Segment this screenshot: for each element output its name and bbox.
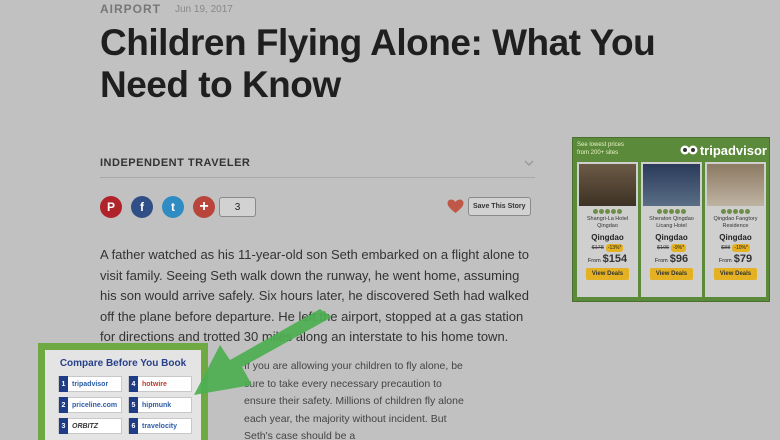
rating-dots xyxy=(593,209,622,214)
article-page: AIRPORT Jun 19, 2017 Children Flying Alo… xyxy=(0,0,780,440)
from-label: From xyxy=(587,258,601,264)
item-number: 3 xyxy=(59,418,68,434)
rating-dots xyxy=(657,209,686,214)
hotel-price-row: From $96 xyxy=(655,253,688,265)
site-name: hotwire xyxy=(142,380,167,388)
compare-item[interactable]: 6 travelocity xyxy=(128,418,192,434)
facebook-icon[interactable]: f xyxy=(131,196,153,218)
share-bar: P f t + 3 xyxy=(100,196,256,218)
hotel-name: Qingdao Fangtory Residence xyxy=(713,216,758,229)
tripadvisor-logo: tripadvisor xyxy=(680,141,767,159)
article-headline: Children Flying Alone: What You Need to … xyxy=(100,22,656,105)
publish-date: Jun 19, 2017 xyxy=(175,3,233,15)
tripadvisor-ad[interactable]: See lowest prices from 200+ sites tripad… xyxy=(572,137,770,302)
item-number: 5 xyxy=(129,397,138,413)
discount-badge: -10%* xyxy=(732,244,750,252)
article-meta: AIRPORT Jun 19, 2017 xyxy=(100,2,233,16)
source-bar[interactable]: INDEPENDENT TRAVELER xyxy=(100,148,535,178)
hotel-name: Sheraton Qingdao Licang Hotel xyxy=(649,216,694,229)
discount-badge: -13%* xyxy=(605,244,624,252)
compare-item[interactable]: 1 tripadvisor xyxy=(58,376,122,392)
ad-header: See lowest prices from 200+ sites tripad… xyxy=(577,141,767,159)
view-deals-button[interactable]: View Deals xyxy=(649,268,694,280)
hotel-card[interactable]: Qingdao Fangtory Residence Qingdao $88 -… xyxy=(705,162,766,297)
item-number: 6 xyxy=(129,418,138,434)
old-price: $88 xyxy=(721,245,731,251)
item-number: 1 xyxy=(59,376,68,392)
ad-tagline-line2: from 200+ sites xyxy=(577,150,619,156)
hotel-photo xyxy=(579,164,636,206)
hotel-price: $154 xyxy=(602,253,628,265)
old-price: $178 xyxy=(591,245,604,251)
hotel-city: Qingdao xyxy=(591,233,624,242)
hotel-name: Shangri-La Hotel Qingdao xyxy=(586,216,629,229)
rating-dots xyxy=(721,209,750,214)
compare-list: 1 tripadvisor 4 hotwire 2 priceline.com 5 hi… xyxy=(58,376,192,434)
discount-badge: -9%* xyxy=(671,244,687,252)
compare-panel: Compare Before You Book 1 tripadvisor 4 ho… xyxy=(45,350,201,440)
ad-brand: tripadvisor xyxy=(699,142,767,158)
compare-title: Compare Before You Book xyxy=(59,358,187,369)
hotel-card[interactable]: Shangri-La Hotel Qingdao Qingdao $178 -1… xyxy=(577,162,638,297)
hotel-photo xyxy=(643,164,700,206)
from-label: From xyxy=(718,258,732,264)
site-name: priceline.com xyxy=(72,401,118,409)
more-share-icon[interactable]: + xyxy=(193,196,215,218)
pointer-arrow-icon xyxy=(194,309,332,395)
chevron-down-icon[interactable] xyxy=(523,157,535,169)
category-link[interactable]: AIRPORT xyxy=(100,2,161,16)
site-name: travelocity xyxy=(142,422,178,430)
pinterest-icon[interactable]: P xyxy=(100,196,122,218)
hotel-discount-row: $178 -13%* xyxy=(592,244,624,252)
site-name: ORBITZ xyxy=(72,422,99,430)
hotel-price: $79 xyxy=(733,253,753,265)
save-story-button[interactable]: Save This Story xyxy=(468,197,531,216)
hotel-price-row: From $79 xyxy=(719,253,752,265)
save-story[interactable]: Save This Story xyxy=(447,197,531,216)
site-name: hipmunk xyxy=(142,401,172,409)
hotel-discount-row: $105 -9%* xyxy=(656,244,687,252)
ad-tagline-line1: See lowest prices xyxy=(577,142,625,148)
hotel-card[interactable]: Sheraton Qingdao Licang Hotel Qingdao $1… xyxy=(641,162,702,297)
item-number: 2 xyxy=(59,397,68,413)
hotel-list: Shangri-La Hotel Qingdao Qingdao $178 -1… xyxy=(577,162,767,297)
source-name: INDEPENDENT TRAVELER xyxy=(100,156,251,169)
hotel-photo xyxy=(707,164,764,206)
hotel-discount-row: $88 -10%* xyxy=(721,244,750,252)
hotel-city: Qingdao xyxy=(655,233,688,242)
twitter-icon[interactable]: t xyxy=(162,196,184,218)
from-label: From xyxy=(654,258,668,264)
ad-tagline: See lowest prices from 200+ sites xyxy=(577,141,624,159)
old-price: $105 xyxy=(656,245,670,251)
view-deals-button[interactable]: View Deals xyxy=(713,268,758,280)
hotel-price: $96 xyxy=(669,253,689,265)
site-name: tripadvisor xyxy=(72,380,109,388)
view-deals-button[interactable]: View Deals xyxy=(585,268,630,280)
compare-item[interactable]: 2 priceline.com xyxy=(58,397,122,413)
compare-item[interactable]: 3 ORBITZ xyxy=(58,418,122,434)
heart-icon[interactable] xyxy=(447,199,464,214)
hotel-price-row: From $154 xyxy=(588,253,627,265)
share-count: 3 xyxy=(219,197,256,217)
hotel-city: Qingdao xyxy=(719,233,752,242)
item-number: 4 xyxy=(129,376,138,392)
owl-icon xyxy=(680,145,698,155)
